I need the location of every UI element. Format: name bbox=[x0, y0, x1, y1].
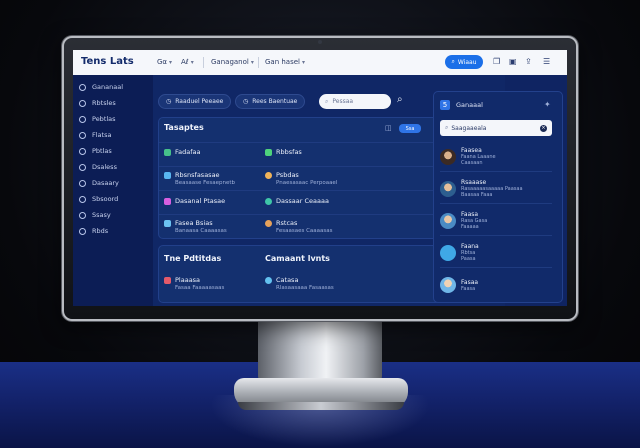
circle-icon bbox=[79, 83, 86, 91]
avatar bbox=[440, 180, 456, 197]
sidebar-item-8[interactable]: Sbsoord bbox=[79, 193, 118, 205]
avatar bbox=[440, 148, 456, 165]
avatar bbox=[440, 277, 456, 293]
circle-icon bbox=[79, 131, 86, 139]
section-action-button[interactable]: Ssa bbox=[399, 124, 421, 133]
avatar bbox=[440, 212, 456, 229]
panel-header: Ganaaal bbox=[456, 101, 483, 109]
contact-item[interactable]: Faasa Rasa Gasa Faaaaa bbox=[440, 206, 552, 236]
contact-item[interactable]: Faana Rbtsa Paasa bbox=[440, 238, 552, 268]
sparkle-icon[interactable]: ✦ bbox=[544, 100, 551, 109]
chevron-down-icon: ▾ bbox=[250, 58, 254, 66]
search-icon: ⌕ bbox=[445, 124, 449, 131]
sidebar-item-6[interactable]: Dsaless bbox=[79, 161, 117, 173]
menu-icon[interactable]: ☰ bbox=[543, 57, 550, 66]
section-title: Tasaptes bbox=[164, 123, 204, 132]
filter-chip-2[interactable]: ◷ Rees Baentuae bbox=[235, 94, 306, 109]
top-bar: Tens Lats Gα ▾ Aℓ ▾ Ganaganol ▾ Gan hasel ▾ … bbox=[73, 50, 567, 75]
right-panel: 5 Ganaaal ✦ ⌕ Saagaaeala × Faasea Faana L… bbox=[433, 75, 567, 306]
webcam bbox=[318, 40, 322, 44]
chevron-down-icon: ▾ bbox=[169, 58, 173, 66]
circle-icon bbox=[79, 211, 86, 219]
contact-item[interactable]: Fasaa Faasa bbox=[440, 270, 552, 300]
avatar bbox=[265, 198, 272, 205]
sidebar-item-7[interactable]: Dasaary bbox=[79, 177, 119, 189]
menu-divider bbox=[203, 57, 204, 68]
monitor-screen: Tens Lats Gα ▾ Aℓ ▾ Ganaganol ▾ Gan hasel ▾ … bbox=[73, 50, 567, 306]
section-title-right: Camaant lvnts bbox=[265, 254, 330, 263]
clock-icon: ◷ bbox=[243, 98, 249, 105]
avatar bbox=[265, 172, 272, 179]
contacts-card: 5 Ganaaal ✦ ⌕ Saagaaeala × Faasea Faana L… bbox=[433, 91, 563, 303]
avatar bbox=[265, 277, 272, 284]
file-icon bbox=[164, 220, 171, 227]
top-search-button[interactable]: ⌕ Wiaau bbox=[445, 55, 483, 69]
main-search-input[interactable]: ⌕ Pessaa bbox=[319, 94, 391, 109]
chevron-down-icon: ▾ bbox=[190, 58, 194, 66]
sidebar-item-10[interactable]: Rbds bbox=[79, 225, 108, 237]
panel-search-input[interactable]: ⌕ Saagaaeala × bbox=[440, 120, 552, 136]
circle-icon bbox=[79, 147, 86, 155]
filter-chip-1[interactable]: ◷ Raaduel Peeaee bbox=[158, 94, 232, 109]
circle-icon bbox=[79, 195, 86, 203]
circle-icon bbox=[79, 99, 86, 107]
circle-icon bbox=[79, 227, 86, 235]
sidebar-item-2[interactable]: Rbtsles bbox=[79, 97, 116, 109]
menu-item-1[interactable]: Gα ▾ bbox=[157, 58, 172, 66]
close-icon[interactable]: × bbox=[540, 124, 547, 132]
calendar-icon[interactable]: ▣ bbox=[509, 57, 517, 66]
monitor-stand-neck bbox=[258, 318, 382, 382]
section-title-left: Tne Pdtitdas bbox=[164, 254, 222, 263]
file-icon bbox=[164, 172, 171, 179]
circle-icon bbox=[79, 163, 86, 171]
contact-item[interactable]: Faasea Faana Laaane Caasaan bbox=[440, 142, 552, 172]
search-button[interactable]: ⌕ bbox=[397, 94, 413, 109]
app-logo-icon: 5 bbox=[440, 100, 450, 110]
copy-icon[interactable]: ❐ bbox=[493, 57, 500, 66]
filter-icon[interactable]: ◫ bbox=[385, 124, 392, 132]
share-icon[interactable]: ⇪ bbox=[525, 57, 532, 66]
avatar bbox=[440, 244, 456, 261]
menu-divider bbox=[258, 57, 259, 68]
search-icon: ⌕ bbox=[451, 58, 455, 65]
circle-icon bbox=[79, 115, 86, 123]
chevron-down-icon: ▾ bbox=[302, 58, 306, 66]
sidebar-item-1[interactable]: Gananaal bbox=[79, 81, 123, 93]
file-icon bbox=[164, 198, 171, 205]
file-icon bbox=[164, 277, 171, 284]
monitor-stand-base-edge bbox=[238, 402, 404, 410]
circle-icon bbox=[79, 179, 86, 187]
top-search-label: Wiaau bbox=[457, 58, 477, 66]
menu-item-3[interactable]: Ganaganol ▾ bbox=[211, 58, 254, 66]
file-icon bbox=[164, 149, 171, 156]
file-icon bbox=[265, 149, 272, 156]
clock-icon: ◷ bbox=[166, 98, 172, 105]
sidebar-item-4[interactable]: Flatsa bbox=[79, 129, 111, 141]
app-title: Tens Lats bbox=[81, 56, 134, 67]
menu-item-2[interactable]: Aℓ ▾ bbox=[181, 58, 194, 66]
sidebar-item-9[interactable]: Ssasy bbox=[79, 209, 111, 221]
sidebar: Gananaal Rbtsles Pebtlas Flatsa Pbtlas D… bbox=[73, 75, 153, 306]
menu-item-4[interactable]: Gan hasel ▾ bbox=[265, 58, 305, 66]
search-icon: ⌕ bbox=[325, 97, 329, 105]
sidebar-item-3[interactable]: Pebtlas bbox=[79, 113, 116, 125]
sidebar-item-5[interactable]: Pbtlas bbox=[79, 145, 112, 157]
avatar bbox=[265, 220, 272, 227]
contact-item[interactable]: Rsaaase Rasaaaaasaaaaa Paasaa Baasaa Faaa bbox=[440, 174, 552, 204]
